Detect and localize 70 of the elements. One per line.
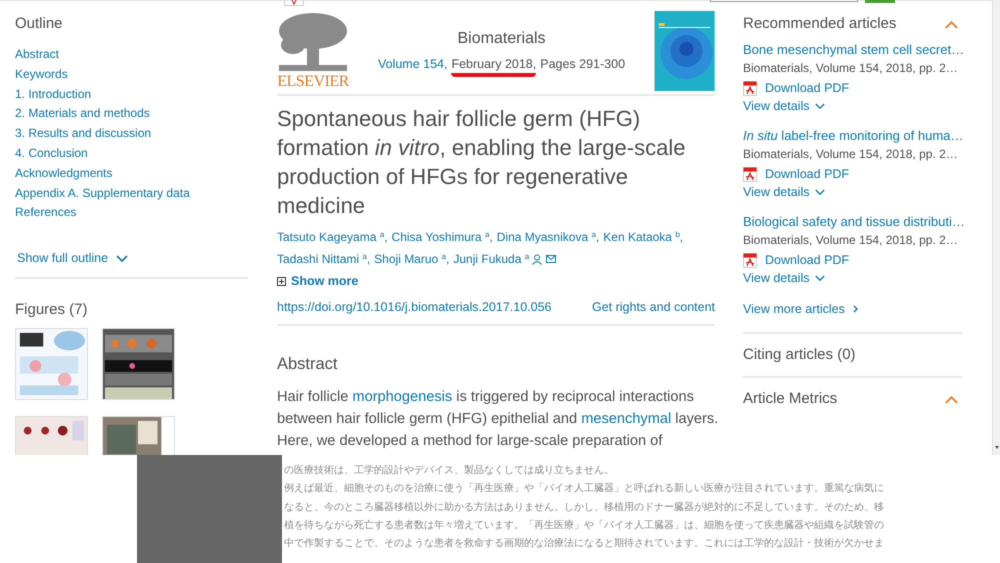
download-pdf-link[interactable]: Download PDF — [765, 79, 850, 97]
article-link[interactable]: In situ label-free monitoring of huma… — [743, 127, 962, 145]
abstract-paragraph: Hair follicle morphogenesis is triggered by reciprocal interactions between hair follicle germ (HFG) epithelial and mesenchymal layers. Here, we developed a method for large-scale preparation of — [277, 388, 720, 451]
term-link[interactable]: mesenchymal — [581, 411, 672, 427]
outline-link[interactable]: 2. Materials and methods — [15, 104, 150, 124]
show-full-outline-button[interactable]: Show full outline — [17, 249, 128, 268]
article-source: Biomaterials, Volume 154, 2018, pp. 2… — [743, 60, 959, 77]
chevron-up-icon[interactable] — [944, 394, 959, 404]
author-link[interactable]: Chisa Yoshimura $^{a}$, — [392, 226, 493, 248]
japanese-text-line: 中で作製することで、そのような患者を救命する画期的な治療法になると期待されています。これには工学的な設計・技術が欠かせま — [284, 536, 884, 552]
author-link[interactable]: Tadashi Nittami $^{a}$, — [277, 248, 370, 270]
issue-date: February 2018, — [451, 56, 536, 77]
article-source: Biomaterials, Volume 154, 2018, pp. 2… — [743, 146, 959, 163]
citing-articles-heading[interactable]: Citing articles (0) — [743, 346, 962, 364]
author-link[interactable]: Dina Myasnikova $^{a}$, — [496, 226, 600, 248]
outline-link[interactable]: Keywords — [15, 64, 68, 85]
figures-heading: Figures (7) — [15, 300, 89, 319]
view-details-button[interactable]: View details — [743, 269, 826, 287]
pdf-icon — [743, 252, 757, 268]
journal-title[interactable]: Biomaterials — [457, 29, 546, 49]
volume-link[interactable]: Volume 154, — [378, 56, 448, 77]
article-link[interactable]: Bone mesenchymal stem cell secret… — [743, 41, 962, 59]
abstract-heading: Abstract — [277, 354, 339, 374]
outline-heading: Outline — [15, 15, 64, 33]
chevron-down-icon[interactable] — [815, 274, 826, 282]
scroll-down-icon — [994, 446, 998, 449]
chevron-up-icon[interactable] — [944, 20, 959, 28]
article-metrics-heading: Article Metrics — [743, 390, 838, 408]
view-more-articles-button[interactable]: View more articles — [743, 300, 858, 318]
page-range: Pages 291-300 — [540, 56, 626, 73]
outline-link[interactable]: 4. Conclusion — [15, 144, 88, 164]
person-icon[interactable] — [532, 254, 542, 264]
chevron-down-icon[interactable] — [815, 188, 826, 196]
mail-icon[interactable] — [546, 255, 556, 263]
pdf-icon — [743, 166, 757, 182]
outline-link[interactable]: References — [15, 203, 76, 224]
chevron-down-icon[interactable] — [815, 102, 826, 110]
rights-link[interactable]: Get rights and content — [592, 299, 715, 315]
outline-link[interactable]: 3. Results and discussion — [15, 124, 152, 144]
pdf-icon — [743, 80, 757, 96]
view-details-button[interactable]: View details — [743, 183, 826, 201]
japanese-text-line: なると、今のところ臓器移植以外に助かる方法はありません。しかし、移植用のドナー臓器が絶対的に不足しています。そのため、移 — [284, 500, 884, 515]
japanese-text-line: の医療技術は、工学的設計やデバイス、製品なくしては成り立ちません。 — [284, 464, 615, 478]
term-link[interactable]: morphogenesis — [352, 389, 452, 405]
scrollbar[interactable] — [992, 0, 1000, 455]
japanese-text-line: 植を待ちながら死亡する患者数は年々増えています。「再生医療」や「バイオ人工臓器」は、細胞を使って疾患臓器や組織を試験管の — [284, 518, 884, 533]
author-link[interactable]: Junji Fukuda $^{a}$ — [453, 248, 530, 270]
japanese-text-line: 例えば最近、細胞そのものを治療に使う「再生医療」や「バイオ人工臓器」と呼ばれる新しい医療が注目されています。重篤な病気に — [284, 482, 884, 496]
outline-link[interactable]: Acknowledgments — [15, 164, 112, 184]
chevron-down-icon[interactable] — [116, 254, 128, 263]
chevron-right-icon — [852, 305, 858, 313]
author-link[interactable]: Shoji Maruo $^{a}$, — [374, 248, 450, 270]
author-link[interactable]: Tatsuto Kageyama $^{a}$, — [277, 226, 388, 248]
article-source: Biomaterials, Volume 154, 2018, pp. 2… — [743, 232, 959, 249]
outline-link[interactable]: Appendix A. Supplementary data — [15, 184, 190, 204]
show-more-button[interactable]: Show more — [277, 273, 358, 289]
doi-link[interactable]: https://doi.org/10.1016/j.biomaterials.2017.10.056 — [277, 299, 552, 315]
tree-logo-drawing — [277, 11, 349, 73]
pdf-icon[interactable] — [284, 0, 304, 6]
download-pdf-link[interactable]: Download PDF — [765, 251, 850, 269]
expand-icon — [277, 276, 286, 286]
outline-link[interactable]: Abstract — [15, 45, 60, 65]
outline-link[interactable]: 1. Introduction — [15, 84, 92, 104]
article-link[interactable]: Biological safety and tissue distributi… — [743, 213, 962, 231]
download-pdf-link[interactable]: Download PDF — [765, 165, 850, 183]
author-link[interactable]: Ken Kataoka $^{b}$, — [603, 226, 684, 248]
article-title: Spontaneous hair follicle germ (HFG) formation in vitro, enabling the large-scale production of HFGs for regenerative medicine — [277, 105, 686, 220]
publisher-logo: ELSEVIER — [277, 73, 349, 91]
view-details-button[interactable]: View details — [743, 97, 826, 115]
recommended-heading: Recommended articles — [743, 15, 896, 33]
